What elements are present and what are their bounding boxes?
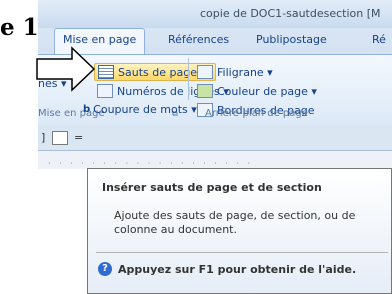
tab-revision[interactable]: Ré — [372, 33, 386, 46]
title-bar: copie de DOC1-sautdesection [M — [38, 0, 392, 28]
group-separator — [188, 58, 189, 100]
page-color-button[interactable]: Couleur de page ▾ — [197, 84, 317, 98]
hyphenation-label: Coupure de mots ▾ — [93, 103, 197, 116]
tab-references[interactable]: Références — [168, 33, 229, 46]
tooltip-help-text: Appuyez sur F1 pour obtenir de l'aide. — [118, 262, 357, 276]
tooltip-title: Insérer sauts de page et de section — [102, 181, 322, 194]
window-title: copie de DOC1-sautdesection [M — [200, 7, 381, 20]
qat-dropdown[interactable]: = — [74, 131, 83, 144]
tooltip-divider — [96, 252, 388, 253]
watermark-icon — [197, 65, 213, 79]
page-color-label: Couleur de page ▾ — [217, 84, 317, 98]
tooltip-body: Ajoute des sauts de page, de section, ou… — [114, 209, 356, 236]
tab-publipostage[interactable]: Publipostage — [256, 33, 327, 46]
hyphenation-icon: b — [83, 104, 91, 115]
page-color-icon — [197, 84, 213, 98]
tooltip: Insérer sauts de page et de section Ajou… — [87, 168, 392, 294]
quick-access-toolbar: ] = — [38, 126, 392, 151]
qat-document-icon[interactable] — [52, 131, 68, 145]
watermark-label: Filigrane ▾ — [217, 65, 273, 79]
line-numbers-icon — [97, 84, 113, 98]
help-icon: ? — [98, 262, 112, 276]
breaks-icon — [98, 65, 114, 79]
group-label-arriere-plan: Arrière-plan de page — [205, 108, 308, 119]
ruler: · · · · · · · · · · · · · · · · · · · — [38, 151, 392, 169]
qat-icon[interactable]: ] — [41, 131, 45, 144]
pointer-arrow-icon — [36, 46, 96, 92]
ruler-ticks: · · · · · · · · · · · · · · · · · · · — [48, 159, 254, 168]
watermark-button[interactable]: Filigrane ▾ — [197, 65, 273, 79]
step-label: e 1 — [0, 14, 39, 41]
tooltip-help: ? Appuyez sur F1 pour obtenir de l'aide. — [98, 262, 356, 276]
hyphenation-button[interactable]: b Coupure de mots ▾ — [83, 103, 197, 116]
